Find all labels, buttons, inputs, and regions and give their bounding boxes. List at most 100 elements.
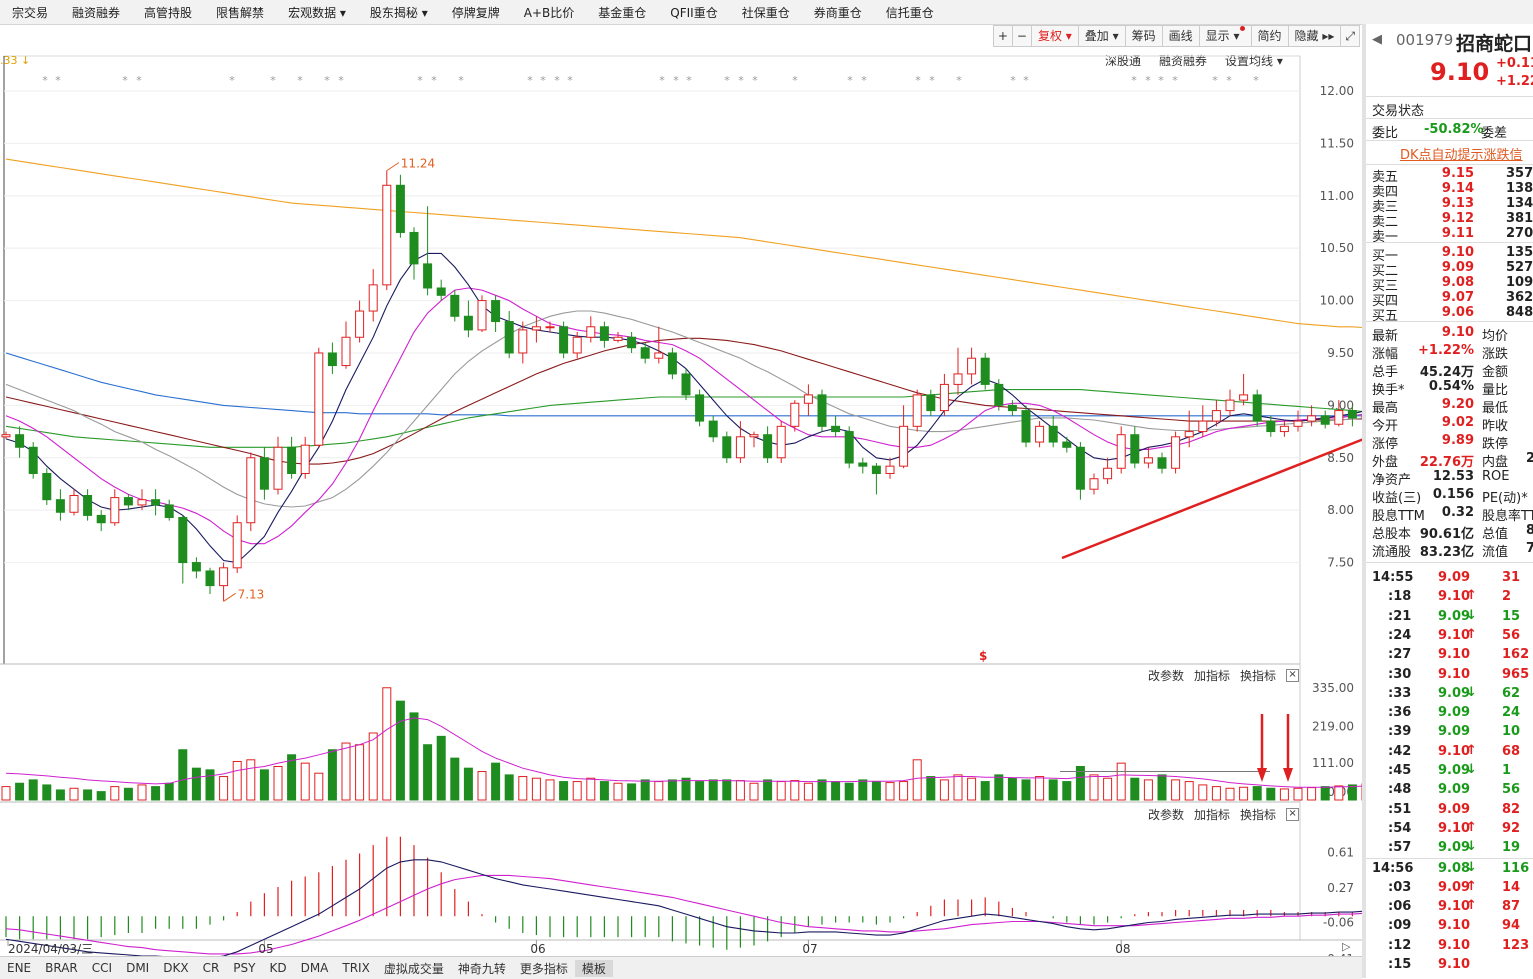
candle[interactable] <box>123 494 133 511</box>
top-nav-item[interactable]: 宏观数据 ▾ <box>276 4 358 21</box>
candle[interactable] <box>1293 410 1303 432</box>
candle[interactable] <box>28 442 38 479</box>
ask-level[interactable]: 卖一9.112707 <box>1366 226 1533 245</box>
event-star-icon[interactable]: * <box>554 74 560 87</box>
ask-level[interactable]: 卖二9.123818 <box>1366 211 1533 230</box>
candle[interactable] <box>1307 405 1317 427</box>
candle[interactable] <box>191 557 201 579</box>
event-star-icon[interactable]: * <box>752 74 758 87</box>
indicator-tab[interactable]: DKX <box>156 961 195 975</box>
candle[interactable] <box>1239 373 1249 406</box>
event-star-icon[interactable]: * <box>417 74 423 87</box>
indicator-tab[interactable]: CCI <box>85 961 119 975</box>
candle[interactable] <box>545 321 555 333</box>
back-icon[interactable]: ◀ <box>1372 32 1382 47</box>
candle[interactable] <box>1116 426 1126 474</box>
indicator-tab[interactable]: 模板 <box>574 959 613 977</box>
event-star-icon[interactable]: * <box>122 74 128 87</box>
indicator-tab[interactable]: 更多指标 <box>513 960 575 977</box>
candle[interactable] <box>681 368 691 401</box>
candle[interactable] <box>980 352 990 390</box>
event-star-icon[interactable]: * <box>1010 74 1016 87</box>
event-star-icon[interactable]: * <box>1172 74 1178 87</box>
indicator-tab[interactable]: PSY <box>226 961 262 975</box>
candle[interactable] <box>776 421 786 464</box>
bid-level[interactable]: 买五 9.06 848 <box>1366 305 1533 324</box>
top-nav-item[interactable]: 限售解禁 <box>204 4 276 21</box>
indicator-tab[interactable]: CR <box>196 961 227 975</box>
candle[interactable] <box>722 431 732 464</box>
candle[interactable] <box>613 332 623 343</box>
ask-level[interactable]: 卖四9.141387 <box>1366 181 1533 200</box>
event-star-icon[interactable]: * <box>1253 74 1259 87</box>
candle[interactable] <box>1007 400 1017 416</box>
candle[interactable] <box>327 342 337 374</box>
candle[interactable] <box>219 562 229 602</box>
top-nav-item[interactable]: 股东揭秘 ▾ <box>358 4 440 21</box>
dk-alert-link[interactable]: DK点自动提示涨跌信 <box>1400 144 1523 163</box>
candle[interactable] <box>42 468 52 505</box>
kline-chart[interactable]: 12.0011.5011.0010.5010.009.509.008.508.0… <box>0 24 1362 956</box>
candle[interactable] <box>477 295 487 333</box>
event-star-icon[interactable]: * <box>338 74 344 87</box>
indicator-tab[interactable]: TRIX <box>335 961 376 975</box>
candle[interactable] <box>83 489 93 521</box>
candle[interactable] <box>504 311 514 359</box>
candle[interactable] <box>1157 452 1167 474</box>
indicator-tab[interactable]: BRAR <box>38 961 85 975</box>
event-star-icon[interactable]: * <box>229 74 235 87</box>
top-nav-item[interactable]: 融资融券 <box>60 4 132 21</box>
dividend-icon[interactable]: $ <box>979 649 987 663</box>
candle[interactable] <box>1021 405 1031 448</box>
candle[interactable] <box>368 269 378 322</box>
top-nav-item[interactable]: 券商重仓 <box>802 4 874 21</box>
event-star-icon[interactable]: * <box>458 74 464 87</box>
candle[interactable] <box>341 321 351 369</box>
candle[interactable] <box>953 347 963 395</box>
candle[interactable] <box>695 389 705 427</box>
ask-level[interactable]: 卖五9.153571 <box>1366 166 1533 185</box>
candle[interactable] <box>559 321 569 359</box>
event-star-icon[interactable]: * <box>1131 74 1137 87</box>
indicator-tab[interactable]: ENE <box>0 961 38 975</box>
candle[interactable] <box>436 279 446 301</box>
top-nav-item[interactable]: 基金重仓 <box>586 4 658 21</box>
candle[interactable] <box>423 206 433 296</box>
candle[interactable] <box>395 174 405 238</box>
candle[interactable] <box>1062 436 1072 453</box>
candle[interactable] <box>300 436 310 479</box>
candle[interactable] <box>735 421 745 464</box>
candle[interactable] <box>287 436 297 479</box>
candle[interactable] <box>110 489 120 526</box>
event-star-icon[interactable]: * <box>1023 74 1029 87</box>
candle[interactable] <box>817 389 827 432</box>
candle[interactable] <box>1089 473 1099 495</box>
candle[interactable] <box>763 426 773 464</box>
candle[interactable] <box>259 447 269 500</box>
event-star-icon[interactable]: * <box>1145 74 1151 87</box>
candle[interactable] <box>586 316 596 343</box>
indicator-tab[interactable]: KD <box>262 961 293 975</box>
candle[interactable] <box>409 227 419 280</box>
scroll-right-icon[interactable]: ▷ <box>1342 940 1350 953</box>
top-nav-item[interactable]: 高管持股 <box>132 4 204 21</box>
event-star-icon[interactable]: * <box>847 74 853 87</box>
indicator-tab[interactable]: DMI <box>119 961 156 975</box>
ask-level[interactable]: 卖三9.131345 <box>1366 196 1533 215</box>
event-star-icon[interactable]: * <box>297 74 303 87</box>
event-star-icon[interactable]: * <box>724 74 730 87</box>
event-star-icon[interactable]: * <box>527 74 533 87</box>
candle[interactable] <box>627 332 637 353</box>
candle[interactable] <box>55 489 65 521</box>
candle[interactable] <box>1252 389 1262 427</box>
event-star-icon[interactable]: * <box>738 74 744 87</box>
candle[interactable] <box>939 373 949 416</box>
candle[interactable] <box>926 389 936 416</box>
candle[interactable] <box>96 510 106 532</box>
event-star-icon[interactable]: * <box>42 74 48 87</box>
event-star-icon[interactable]: * <box>1212 74 1218 87</box>
bid-level[interactable]: 买三9.081092 <box>1366 275 1533 294</box>
event-star-icon[interactable]: * <box>659 74 665 87</box>
candle[interactable] <box>599 321 609 348</box>
event-star-icon[interactable]: * <box>686 74 692 87</box>
